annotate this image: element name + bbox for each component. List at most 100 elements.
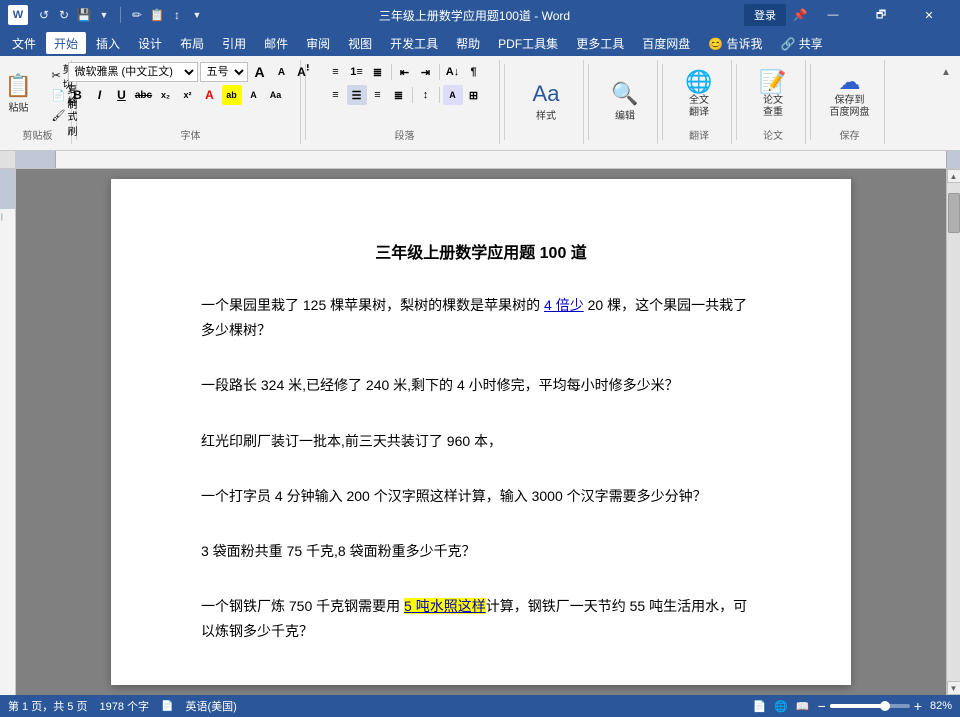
menubar: 文件 开始 插入 设计 布局 引用 邮件 审阅 视图 开发工具 帮助 PDF工具… <box>0 30 960 56</box>
view-read-icon[interactable]: 📖 <box>796 700 810 713</box>
menu-more-tools[interactable]: 更多工具 <box>568 32 632 54</box>
vertical-scrollbar[interactable]: ▲ ▼ <box>946 169 960 695</box>
zoom-fill <box>830 704 882 708</box>
auto-save-icon[interactable]: 📋 <box>149 7 165 23</box>
menu-share[interactable]: 🔗 共享 <box>773 32 831 54</box>
scroll-down-btn[interactable]: ▼ <box>947 681 960 695</box>
decrease-indent-btn[interactable]: ⇤ <box>395 62 415 82</box>
borders-btn[interactable]: ⊞ <box>464 85 484 105</box>
thesis-group-label: 论文 <box>747 127 799 144</box>
divider6 <box>736 64 737 140</box>
find-button[interactable]: 🔍 编辑 <box>599 74 651 129</box>
extra-icon1[interactable]: ↕ <box>169 7 185 23</box>
close-button[interactable]: ✕ <box>906 0 952 30</box>
subscript-btn[interactable]: x₂ <box>156 85 176 105</box>
menu-mailings[interactable]: 邮件 <box>256 32 296 54</box>
translate-group: 🌐 全文翻译 翻译 <box>667 60 732 144</box>
extra-icon2[interactable]: ▼ <box>189 7 205 23</box>
restore-button[interactable]: 🗗 <box>858 0 904 30</box>
save-baidu-button[interactable]: ☁ 保存到百度网盘 <box>824 66 876 121</box>
menu-developer[interactable]: 开发工具 <box>382 32 446 54</box>
font-color-btn[interactable]: A <box>200 85 220 105</box>
undo-btn[interactable]: ↺ <box>36 7 52 23</box>
left-ruler: | <box>0 169 16 695</box>
font-size-aa-btn[interactable]: Aa <box>266 85 286 105</box>
menu-file[interactable]: 文件 <box>4 32 44 54</box>
italic-btn[interactable]: I <box>90 85 110 105</box>
language-status[interactable]: 英语(美国) <box>185 698 236 714</box>
shading-btn[interactable]: A <box>443 85 463 105</box>
recheck-button[interactable]: 📝 论文查重 <box>747 66 799 121</box>
menu-references[interactable]: 引用 <box>214 32 254 54</box>
save-btn[interactable]: 💾 <box>76 7 92 23</box>
problem-3: 红光印刷厂装订一批本,前三天共装订了 960 本， <box>201 429 761 454</box>
document-area: | 三年级上册数学应用题 100 道 一个果园里栽了 125 棵苹果树，梨树的棵… <box>0 169 960 695</box>
font-size-select[interactable]: 五号 <box>200 62 248 82</box>
line-spacing-btn[interactable]: ↕ <box>416 85 436 105</box>
menu-help[interactable]: 帮助 <box>448 32 488 54</box>
divider7 <box>810 64 811 140</box>
scroll-up-btn[interactable]: ▲ <box>947 169 960 183</box>
format-painter-icon: 🖌 <box>52 109 66 122</box>
touch-mode-icon[interactable]: ✏ <box>129 7 145 23</box>
strikethrough-btn[interactable]: abc <box>134 85 154 105</box>
bold-btn[interactable]: B <box>68 85 88 105</box>
titlebar-left: W ↺ ↻ 💾 ▼ ✏ 📋 ↕ ▼ <box>8 5 205 25</box>
menu-home[interactable]: 开始 <box>46 32 86 54</box>
status-left: 第 1 页，共 5 页 1978 个字 📄 英语(美国) <box>8 698 237 714</box>
font-name-select[interactable]: 微软雅黑 (中文正文) <box>68 62 198 82</box>
menu-layout[interactable]: 布局 <box>172 32 212 54</box>
menu-review[interactable]: 审阅 <box>298 32 338 54</box>
align-center-btn[interactable]: ☰ <box>347 85 367 105</box>
view-print-icon[interactable]: 📄 <box>752 700 766 713</box>
increase-indent-btn[interactable]: ⇥ <box>416 62 436 82</box>
numbering-btn[interactable]: 1≡ <box>347 62 367 82</box>
menu-tellme[interactable]: 😊 告诉我 <box>700 32 770 54</box>
menu-design[interactable]: 设计 <box>130 32 170 54</box>
zoom-percent[interactable]: 82% <box>930 700 952 712</box>
styles-button[interactable]: Aa 样式 <box>520 74 572 129</box>
paste-label: 粘贴 <box>9 99 29 114</box>
menu-pdf[interactable]: PDF工具集 <box>490 32 566 54</box>
translate-button[interactable]: 🌐 全文翻译 <box>673 66 725 121</box>
superscript-btn[interactable]: x² <box>178 85 198 105</box>
multilevel-btn[interactable]: ≣ <box>368 62 388 82</box>
word-count: 1978 个字 <box>99 698 149 714</box>
menu-baidu[interactable]: 百度网盘 <box>634 32 698 54</box>
align-right-btn[interactable]: ≡ <box>368 85 388 105</box>
ruler-corner <box>0 151 16 169</box>
bullets-btn[interactable]: ≡ <box>326 62 346 82</box>
view-web-icon[interactable]: 🌐 <box>774 700 788 713</box>
menu-insert[interactable]: 插入 <box>88 32 128 54</box>
zoom-thumb[interactable] <box>880 701 890 711</box>
page-scroll[interactable]: 三年级上册数学应用题 100 道 一个果园里栽了 125 棵苹果树，梨树的棵数是… <box>16 169 946 695</box>
justify-btn[interactable]: ≣ <box>389 85 409 105</box>
scroll-thumb[interactable] <box>948 193 960 233</box>
redo-btn[interactable]: ↻ <box>56 7 72 23</box>
zoom-in-btn[interactable]: + <box>914 698 922 714</box>
paste-button[interactable]: 📋 粘贴 <box>0 62 45 124</box>
minimize-button[interactable]: — <box>810 0 856 30</box>
document-page: 三年级上册数学应用题 100 道 一个果园里栽了 125 棵苹果树，梨树的棵数是… <box>111 179 851 685</box>
menu-view[interactable]: 视图 <box>340 32 380 54</box>
highlight-btn[interactable]: ab <box>222 85 242 105</box>
font-shrink-btn[interactable]: A <box>272 62 292 82</box>
underline-btn[interactable]: U <box>112 85 132 105</box>
align-left-btn[interactable]: ≡ <box>326 85 346 105</box>
translate-label: 全文翻译 <box>689 95 709 119</box>
divider4 <box>588 64 589 140</box>
zoom-bar: − + 82% <box>818 698 952 714</box>
zoom-out-btn[interactable]: − <box>818 698 826 714</box>
text-shading-btn[interactable]: A <box>244 85 264 105</box>
quick-access-more[interactable]: ▼ <box>96 7 112 23</box>
collapse-ribbon-btn[interactable]: ▲ <box>936 62 956 82</box>
ribbon-display-btn[interactable]: 📌 <box>792 7 808 23</box>
font-color-icon: A <box>205 88 214 102</box>
font-grow-btn[interactable]: A <box>250 62 270 82</box>
copy-icon: 📄 <box>52 89 66 102</box>
show-hide-btn[interactable]: ¶ <box>464 62 484 82</box>
sort-btn[interactable]: A↓ <box>443 62 463 82</box>
login-button[interactable]: 登录 <box>744 4 786 26</box>
zoom-slider[interactable] <box>830 704 910 708</box>
scroll-track[interactable] <box>947 183 960 681</box>
